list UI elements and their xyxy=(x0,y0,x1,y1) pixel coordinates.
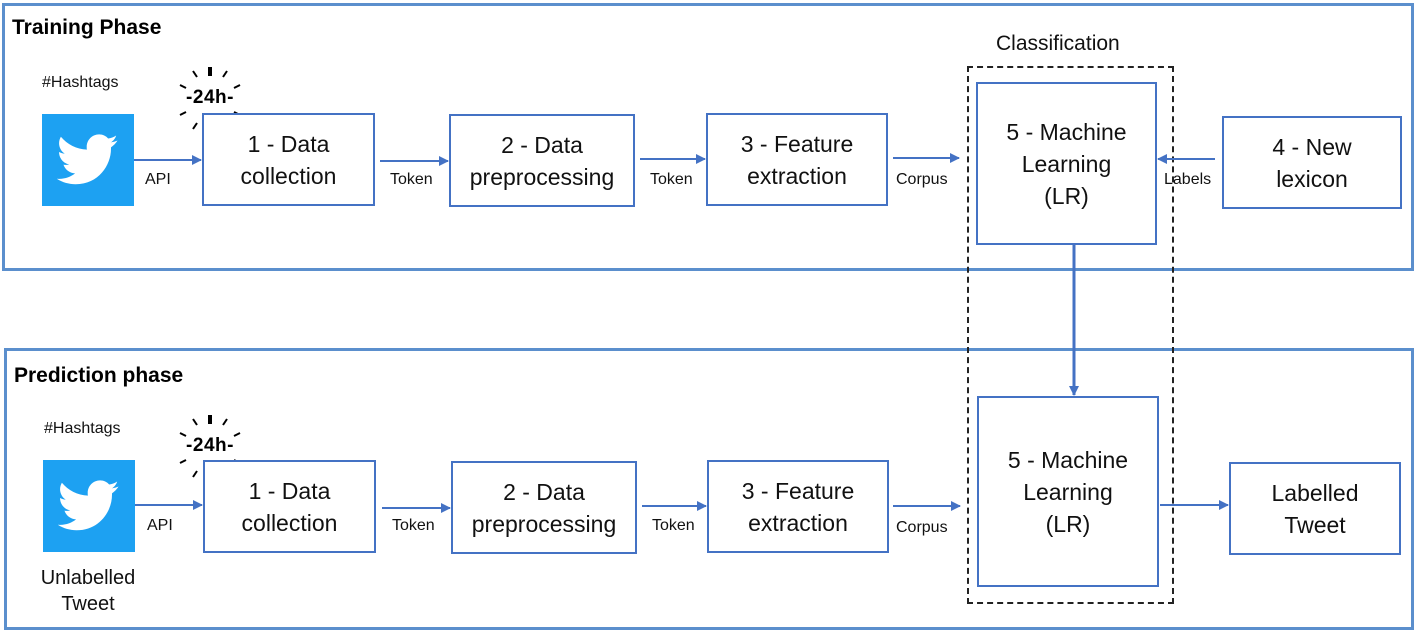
arrows-layer xyxy=(134,153,1229,513)
